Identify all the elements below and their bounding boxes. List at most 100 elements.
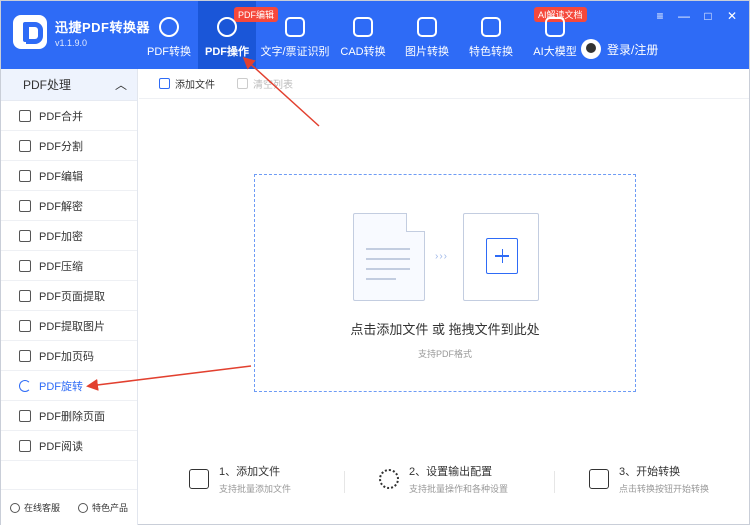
app-version: v1.1.9.0 <box>55 37 88 48</box>
tab-ai-model[interactable]: AI解读文档 AI大模型 <box>526 1 587 69</box>
step-title: 1、添加文件 <box>219 466 281 478</box>
step-desc: 点击转换按钮开始转换 <box>619 484 710 494</box>
edit-icon <box>19 169 31 182</box>
clear-list-label: 清空列表 <box>253 80 293 91</box>
extract-icon <box>19 289 31 302</box>
tab-label: PDF操作 <box>205 46 249 58</box>
sidebar-footer: 在线客服 特色产品 <box>1 489 137 525</box>
plus-icon <box>486 238 518 274</box>
convert-icon <box>589 469 609 489</box>
sidebar-item-merge[interactable]: PDF合并 <box>1 101 137 131</box>
minimize-icon[interactable]: — <box>677 9 691 23</box>
sidebar-item-label: PDF分割 <box>39 140 83 153</box>
arrows-icon: ››› <box>435 251 448 262</box>
sidebar-item-label: PDF旋转 <box>39 380 83 393</box>
sidebar-item-label: PDF加页码 <box>39 350 94 363</box>
sidebar-header-label: PDF处理 <box>23 78 72 92</box>
sidebar-item-extract-images[interactable]: PDF提取图片 <box>1 311 137 341</box>
rotate-icon <box>19 379 31 392</box>
sidebar-item-encrypt[interactable]: PDF加密 <box>1 221 137 251</box>
tab-label: CAD转换 <box>340 46 386 58</box>
step-desc: 支持批量操作和各种设置 <box>409 484 509 494</box>
split-icon <box>19 139 31 152</box>
tab-featured-convert[interactable]: 特色转换 <box>462 1 520 69</box>
sidebar: PDF处理 ︿ PDF合并 PDF分割 PDF编辑 PDF解密 PDF加密 PD… <box>1 69 138 525</box>
gear-icon <box>379 469 399 489</box>
headset-icon <box>9 502 20 513</box>
merge-icon <box>19 109 31 122</box>
maximize-icon[interactable]: □ <box>701 9 715 23</box>
dropzone-main-text: 点击添加文件 或 拖拽文件到此处 <box>350 322 540 337</box>
pdf-ops-icon <box>217 17 237 37</box>
file-toolbar: 添加文件 清空列表 <box>139 69 749 99</box>
menu-icon[interactable]: ≡ <box>653 9 667 23</box>
sidebar-item-label: PDF加密 <box>39 230 83 243</box>
sidebar-item-delete-pages[interactable]: PDF删除页面 <box>1 401 137 431</box>
tab-pdf-convert[interactable]: PDF转换 <box>140 1 198 69</box>
chevron-up-icon: ︿ <box>114 78 127 92</box>
step-output-settings: 2、设置输出配置 支持批量操作和各种设置 <box>379 463 508 495</box>
logo-icon <box>13 15 47 49</box>
close-icon[interactable]: ✕ <box>725 9 739 23</box>
sidebar-item-label: PDF解密 <box>39 200 83 213</box>
step-add-file: 1、添加文件 支持批量添加文件 <box>189 463 291 495</box>
file-dropzone[interactable]: ››› 点击添加文件 或 拖拽文件到此处 支持PDF格式 <box>254 174 636 392</box>
sidebar-item-label: PDF编辑 <box>39 170 83 183</box>
login-label: 登录/注册 <box>607 42 659 57</box>
gift-icon <box>77 502 88 513</box>
sidebar-item-label: PDF页面提取 <box>39 290 105 303</box>
star-icon <box>481 17 501 37</box>
add-box[interactable] <box>463 213 539 301</box>
top-bar: 迅捷PDF转换器 v1.1.9.0 PDF转换 PDF编辑 PDF操作 文字/票… <box>1 1 749 69</box>
image-icon <box>417 17 437 37</box>
app-title: 迅捷PDF转换器 <box>55 19 151 35</box>
sidebar-item-edit[interactable]: PDF编辑 <box>1 161 137 191</box>
cad-icon <box>353 17 373 37</box>
sidebar-item-label: PDF删除页面 <box>39 410 105 423</box>
sidebar-item-label: PDF压缩 <box>39 260 83 273</box>
featured-products-button[interactable]: 特色产品 <box>77 501 128 514</box>
document-icon <box>353 213 425 301</box>
app-logo: 迅捷PDF转换器 v1.1.9.0 <box>13 15 150 49</box>
divider <box>554 471 555 493</box>
steps-guide: 1、添加文件 支持批量添加文件 2、设置输出配置 支持批量操作和各种设置 3、开… <box>139 463 749 503</box>
add-file-icon <box>159 78 170 89</box>
online-service-label: 在线客服 <box>23 503 60 513</box>
tab-cad-convert[interactable]: CAD转换 <box>334 1 392 69</box>
sidebar-item-label: PDF合并 <box>39 110 83 123</box>
sidebar-item-page-numbers[interactable]: PDF加页码 <box>1 341 137 371</box>
tab-image-convert[interactable]: 图片转换 <box>398 1 456 69</box>
sidebar-item-label: PDF提取图片 <box>39 320 105 333</box>
tab-pdf-operations[interactable]: PDF编辑 PDF操作 <box>198 1 279 69</box>
featured-products-label: 特色产品 <box>91 503 128 513</box>
tab-ocr[interactable]: 文字/票证识别 <box>256 1 334 69</box>
login-button[interactable]: 登录/注册 <box>581 39 658 59</box>
sidebar-item-decrypt[interactable]: PDF解密 <box>1 191 137 221</box>
sidebar-item-extract-pages[interactable]: PDF页面提取 <box>1 281 137 311</box>
app-window: 迅捷PDF转换器 v1.1.9.0 PDF转换 PDF编辑 PDF操作 文字/票… <box>0 0 750 525</box>
clear-list-button[interactable]: 清空列表 <box>237 76 293 91</box>
ai-icon <box>545 17 565 37</box>
tab-label: 图片转换 <box>405 46 449 58</box>
book-icon <box>19 439 31 452</box>
dropzone-sub-text: 支持PDF格式 <box>417 349 472 359</box>
sidebar-item-label: PDF阅读 <box>39 440 83 453</box>
page-number-icon <box>19 349 31 362</box>
delete-page-icon <box>19 409 31 422</box>
step-title: 3、开始转换 <box>619 466 681 478</box>
sidebar-item-read[interactable]: PDF阅读 <box>1 431 137 461</box>
online-service-button[interactable]: 在线客服 <box>9 501 60 514</box>
scan-icon <box>285 17 305 37</box>
sidebar-item-rotate[interactable]: PDF旋转 <box>1 371 137 401</box>
add-file-step-icon <box>189 469 209 489</box>
sidebar-item-split[interactable]: PDF分割 <box>1 131 137 161</box>
main-nav: PDF转换 PDF编辑 PDF操作 文字/票证识别 CAD转换 图片转换 特色转… <box>140 1 587 69</box>
avatar <box>581 39 601 59</box>
add-file-button[interactable]: 添加文件 <box>159 76 215 91</box>
convert-icon <box>159 17 179 37</box>
unlock-icon <box>19 199 31 212</box>
step-start-convert: 3、开始转换 点击转换按钮开始转换 <box>589 463 709 495</box>
sidebar-item-compress[interactable]: PDF压缩 <box>1 251 137 281</box>
window-controls: ≡ — □ ✕ <box>653 9 739 23</box>
sidebar-header[interactable]: PDF处理 ︿ <box>1 69 137 101</box>
